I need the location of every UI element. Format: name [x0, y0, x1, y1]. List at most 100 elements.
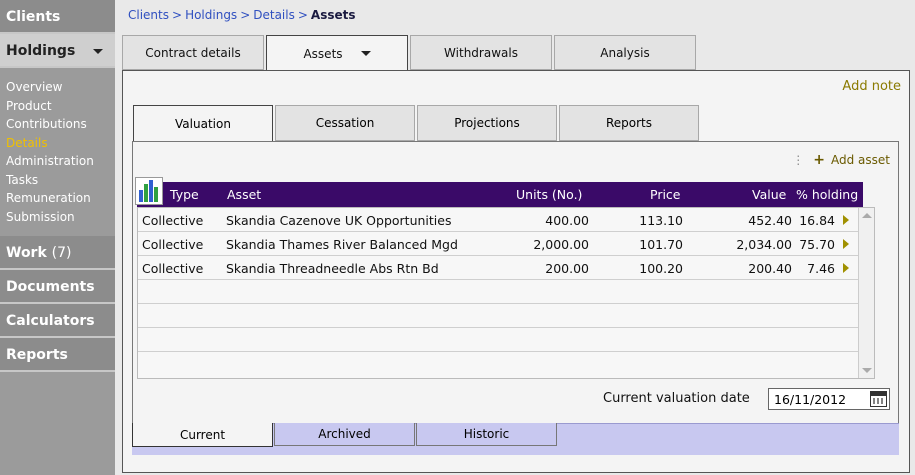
- cell-asset: Skandia Thames River Balanced Mgd: [226, 237, 458, 252]
- tab-valuation[interactable]: Valuation: [133, 105, 273, 142]
- subnav-contributions[interactable]: Contributions: [6, 115, 115, 134]
- tab-analysis[interactable]: Analysis: [554, 35, 696, 70]
- arrow-right-icon[interactable]: [843, 215, 849, 225]
- cell-price: 100.20: [639, 261, 683, 276]
- cell-value: 2,034.00: [736, 237, 792, 252]
- tab-label: Withdrawals: [444, 45, 518, 60]
- cell-units: 200.00: [545, 261, 589, 276]
- tab-current[interactable]: Current: [132, 423, 273, 447]
- tab-projections[interactable]: Projections: [417, 105, 557, 141]
- tab-historic[interactable]: Historic: [416, 423, 557, 446]
- breadcrumb: Clients > Holdings > Details > Assets: [128, 8, 356, 22]
- cell-units: 400.00: [545, 213, 589, 228]
- sidebar: Clients Holdings Overview Product Contri…: [0, 0, 115, 475]
- calendar-icon[interactable]: [870, 391, 887, 407]
- tab-contract-details[interactable]: Contract details: [122, 35, 264, 70]
- subnav-details[interactable]: Details: [6, 134, 115, 153]
- table-row[interactable]: Collective Skandia Thames River Balanced…: [138, 232, 872, 256]
- bar-chart-icon[interactable]: [135, 177, 163, 205]
- col-price[interactable]: Price: [650, 187, 681, 202]
- subnav-submission[interactable]: Submission: [6, 208, 115, 227]
- col-units[interactable]: Units (No.): [516, 187, 582, 202]
- cell-asset: Skandia Threadneedle Abs Rtn Bd: [226, 261, 439, 276]
- arrow-right-icon[interactable]: [843, 239, 849, 249]
- valuation-date-field[interactable]: 16/11/2012: [768, 388, 890, 410]
- table-row-empty: [138, 304, 872, 328]
- subnav-administration[interactable]: Administration: [6, 152, 115, 171]
- add-note-link[interactable]: Add note: [842, 79, 901, 94]
- tab-label: Contract details: [145, 45, 241, 60]
- nav-calculators-label: Calculators: [6, 313, 95, 329]
- tab-cessation[interactable]: Cessation: [275, 105, 415, 141]
- valuation-date-label: Current valuation date: [603, 391, 750, 406]
- nav-documents[interactable]: Documents: [0, 270, 115, 304]
- scroll-up-icon[interactable]: [862, 213, 872, 218]
- cell-price: 101.70: [639, 237, 683, 252]
- breadcrumb-current: Assets: [310, 8, 356, 22]
- tab-reports[interactable]: Reports: [559, 105, 699, 141]
- col-value[interactable]: Value: [752, 187, 786, 202]
- col-type[interactable]: Type: [170, 187, 199, 202]
- cell-value: 452.40: [748, 213, 792, 228]
- arrow-right-icon[interactable]: [843, 263, 849, 273]
- table-row-empty: [138, 352, 872, 376]
- tab-assets[interactable]: Assets: [266, 35, 408, 71]
- cell-type: Collective: [142, 213, 204, 228]
- nav-reports-label: Reports: [6, 347, 68, 363]
- nav-holdings-label: Holdings: [6, 43, 76, 59]
- breadcrumb-separator: >: [297, 8, 308, 22]
- cell-asset: Skandia Cazenove UK Opportunities: [226, 213, 452, 228]
- nav-calculators[interactable]: Calculators: [0, 304, 115, 338]
- grid-header: Type Asset Units (No.) Price Value % hol…: [135, 177, 863, 207]
- col-holding[interactable]: % holding: [796, 187, 858, 202]
- cell-price: 113.10: [639, 213, 683, 228]
- chevron-down-icon[interactable]: [93, 49, 103, 54]
- tab-label: Assets: [303, 46, 343, 61]
- holdings-subnav: Overview Product Contributions Details A…: [0, 68, 115, 236]
- more-options-icon[interactable]: ⋮: [792, 153, 805, 167]
- table-row-empty: [138, 328, 872, 352]
- bottom-tabs: Current Archived Historic: [132, 423, 558, 447]
- cell-holding: 75.70: [799, 237, 835, 252]
- subnav-product[interactable]: Product: [6, 97, 115, 116]
- cell-value: 200.40: [748, 261, 792, 276]
- add-asset-button[interactable]: ⋮ + Add asset: [792, 152, 890, 168]
- breadcrumb-holdings[interactable]: Holdings: [185, 8, 237, 22]
- nav-documents-label: Documents: [6, 279, 95, 295]
- subnav-remuneration[interactable]: Remuneration: [6, 189, 115, 208]
- cell-holding: 16.84: [799, 213, 835, 228]
- breadcrumb-separator: >: [240, 8, 251, 22]
- table-row-empty: [138, 280, 872, 304]
- valuation-date-value: 16/11/2012: [774, 392, 847, 407]
- breadcrumb-separator: >: [172, 8, 183, 22]
- assets-table: Collective Skandia Cazenove UK Opportuni…: [137, 207, 875, 379]
- subnav-tasks[interactable]: Tasks: [6, 171, 115, 190]
- scroll-down-icon[interactable]: [862, 368, 872, 373]
- top-tabs: Contract details Assets Withdrawals Anal…: [122, 35, 698, 71]
- sub-tabs: Valuation Cessation Projections Reports: [133, 105, 701, 142]
- breadcrumb-clients[interactable]: Clients: [128, 8, 169, 22]
- add-asset-label: Add asset: [831, 153, 890, 167]
- table-row[interactable]: Collective Skandia Threadneedle Abs Rtn …: [138, 256, 872, 280]
- tab-label: Analysis: [600, 45, 650, 60]
- nav-work-label: Work: [6, 245, 47, 261]
- cell-holding: 7.46: [807, 261, 835, 276]
- nav-reports[interactable]: Reports: [0, 338, 115, 372]
- subnav-overview[interactable]: Overview: [6, 78, 115, 97]
- breadcrumb-details[interactable]: Details: [253, 8, 295, 22]
- table-scrollbar[interactable]: [858, 208, 874, 378]
- tab-archived[interactable]: Archived: [274, 423, 415, 446]
- nav-clients[interactable]: Clients: [0, 0, 115, 34]
- nav-holdings[interactable]: Holdings: [0, 34, 115, 68]
- plus-icon: +: [813, 152, 825, 168]
- work-count-badge: (7): [51, 245, 72, 261]
- col-asset[interactable]: Asset: [227, 187, 261, 202]
- nav-work[interactable]: Work (7): [0, 236, 115, 270]
- table-row[interactable]: Collective Skandia Cazenove UK Opportuni…: [138, 208, 872, 232]
- valuation-content: ⋮ + Add asset Type Asset Units (No.) Pri…: [132, 141, 899, 453]
- chevron-down-icon[interactable]: [360, 51, 371, 56]
- cell-type: Collective: [142, 261, 204, 276]
- nav-clients-label: Clients: [6, 9, 61, 25]
- cell-type: Collective: [142, 237, 204, 252]
- tab-withdrawals[interactable]: Withdrawals: [410, 35, 552, 70]
